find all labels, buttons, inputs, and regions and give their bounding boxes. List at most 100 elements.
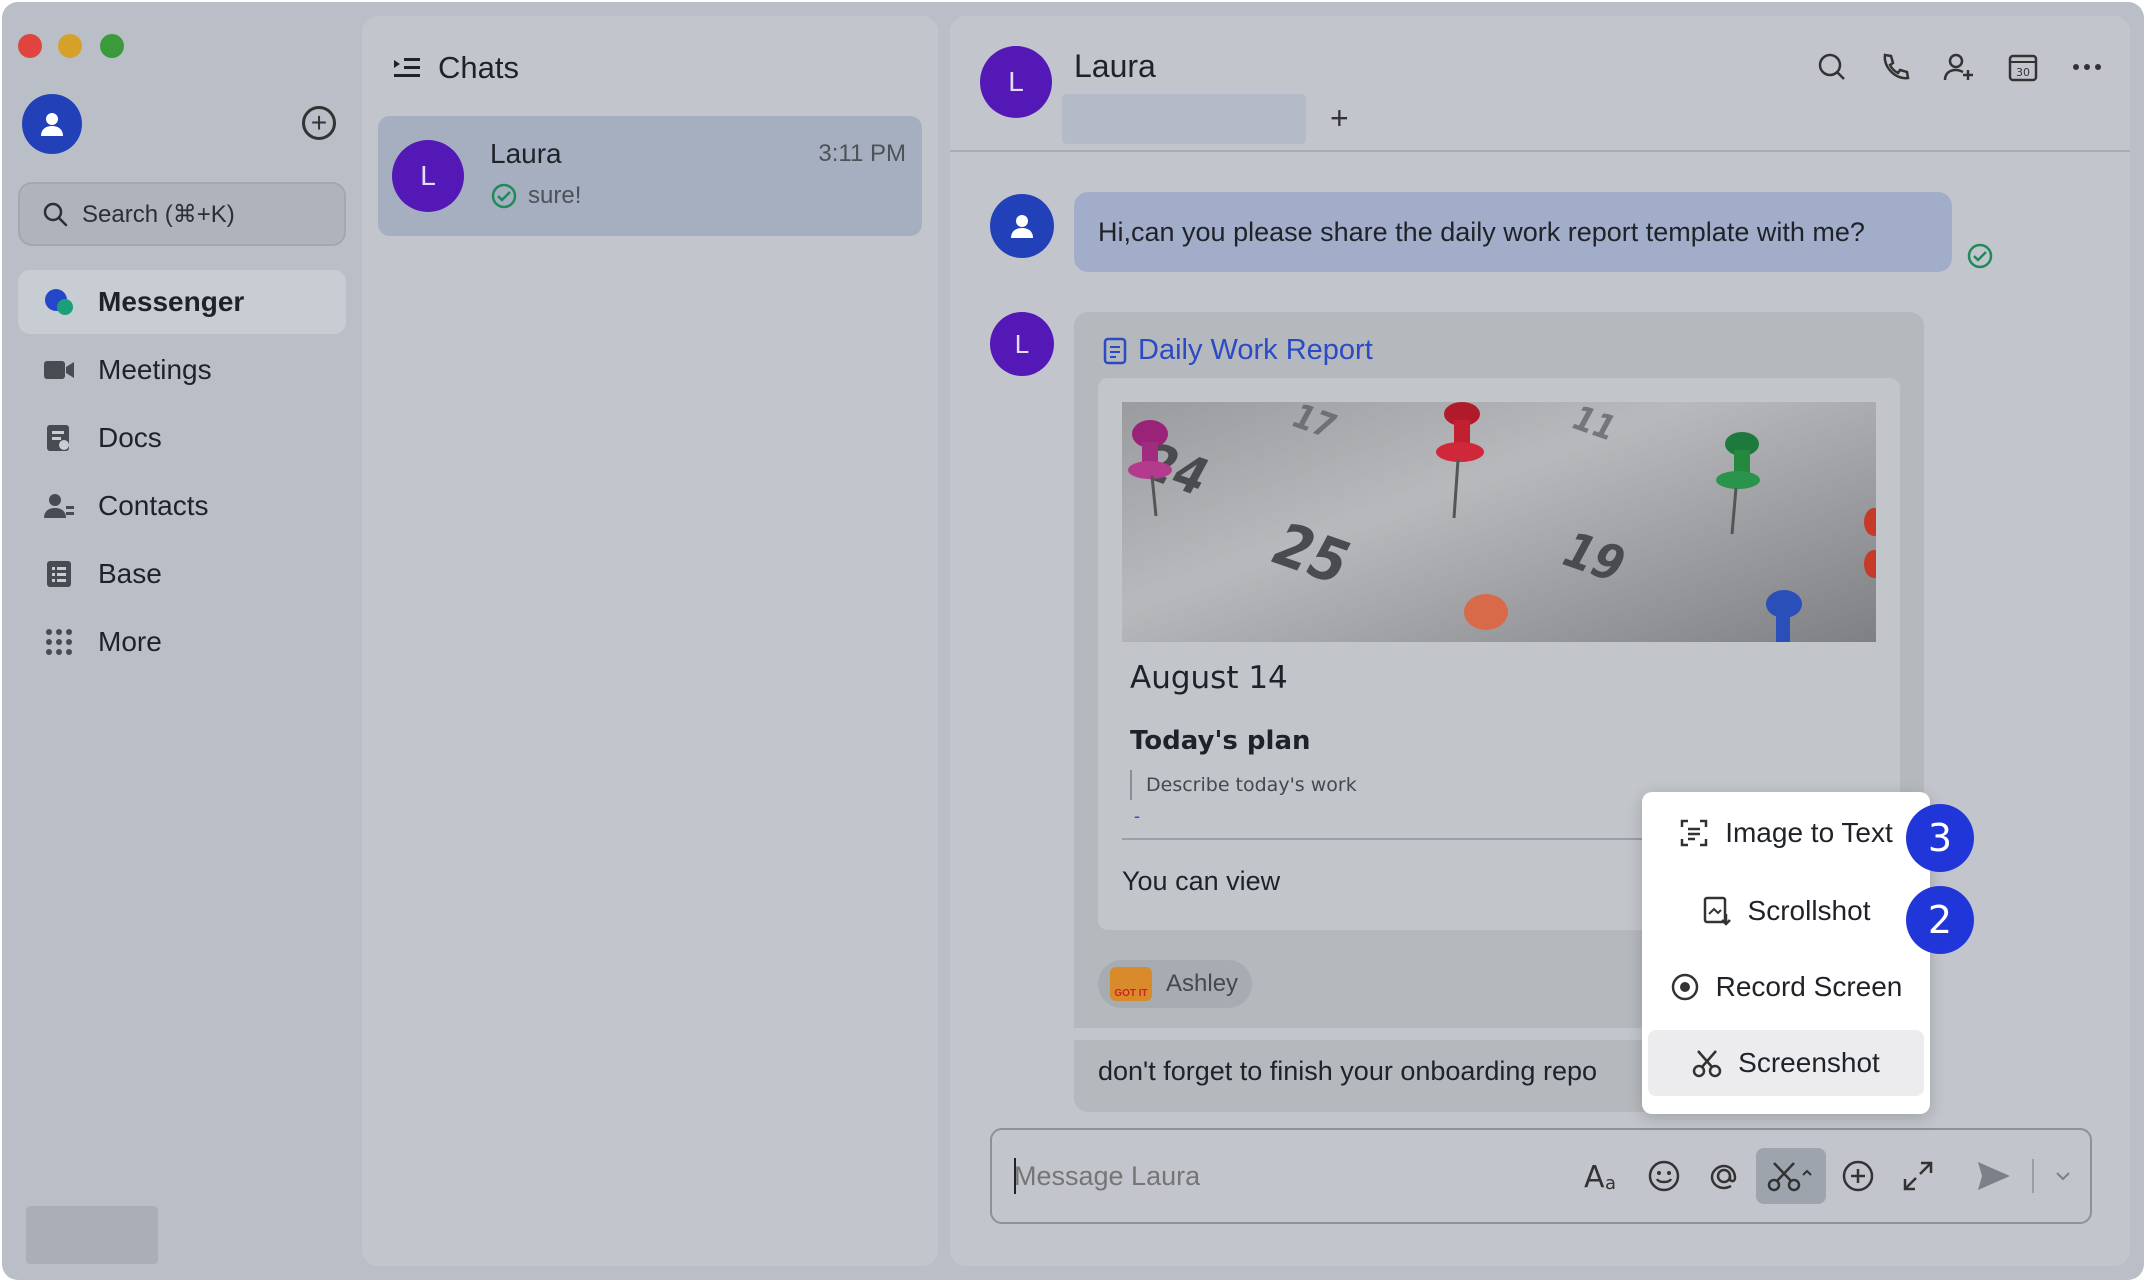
profile-avatar[interactable] (22, 94, 82, 154)
app-window: + Search (⌘+K) Messenger Meetings Docs C… (2, 2, 2144, 1280)
step-badge: 2 (1906, 886, 1974, 954)
doc-date-heading: August 14 (1130, 660, 1288, 696)
screenshot-menu: Image to Text Scrollshot Record Screen S… (1642, 792, 1930, 1114)
sidebar-item-more[interactable]: More (18, 610, 346, 674)
divider (2032, 1159, 2034, 1193)
chats-title: Chats (438, 50, 519, 85)
menu-item-label: Screenshot (1738, 1047, 1880, 1078)
svg-text:a: a (1605, 1173, 1616, 1193)
menu-item-label: Scrollshot (1747, 895, 1871, 926)
chevron-down-icon[interactable] (2048, 1148, 2078, 1204)
chat-preview: sure! (490, 182, 581, 210)
phone-icon[interactable] (1878, 50, 1912, 84)
sidebar-item-label: Contacts (98, 490, 209, 521)
sidebar-nav: Messenger Meetings Docs Contacts Base Mo… (18, 270, 346, 678)
pushpin-icon (1128, 420, 1172, 517)
read-check-icon (491, 183, 517, 209)
doc-list-marker: - (1134, 806, 1140, 826)
pushpin-icon (1864, 508, 1876, 578)
create-button[interactable]: + (302, 106, 336, 140)
doc-plan-heading: Today's plan (1130, 726, 1311, 756)
base-icon (42, 557, 76, 591)
more-options-icon[interactable] (2070, 50, 2104, 84)
sidebar-item-base[interactable]: Base (18, 542, 346, 606)
sidebar-item-label: Docs (98, 422, 162, 453)
doc-quote: Describe today's work (1130, 770, 1357, 800)
add-icon[interactable] (1830, 1148, 1886, 1204)
calendar-number: 19 (1551, 521, 1637, 593)
pushpin-icon (1716, 432, 1760, 535)
svg-text:A: A (1584, 1160, 1605, 1193)
outgoing-message[interactable]: Hi,can you please share the daily work r… (1074, 192, 1952, 272)
scissors-icon (1692, 1050, 1722, 1078)
sidebar-item-label: Messenger (98, 286, 245, 317)
scrollshot-icon (1703, 896, 1731, 926)
sidebar-item-label: Meetings (98, 354, 212, 385)
chat-list-item[interactable]: L Laura 3:11 PM sure! (378, 116, 922, 236)
conversation-header: L Laura + 30 (950, 16, 2130, 152)
pushpin-icon (1436, 402, 1484, 519)
pushpin-icon (1766, 590, 1802, 642)
search-placeholder: Search (⌘+K) (82, 200, 235, 228)
calendar-number: 25 (1259, 511, 1363, 598)
menu-item-scrollshot[interactable]: Scrollshot (1648, 878, 1924, 944)
chat-name: Laura (490, 138, 562, 169)
doc-view-text: You can view (1122, 866, 1281, 896)
menu-item-label: Record Screen (1715, 971, 1903, 1002)
read-check-icon (1966, 242, 1994, 275)
menu-item-image-to-text[interactable]: Image to Text (1648, 800, 1924, 866)
messenger-icon (42, 285, 76, 319)
calendar-pins-image: 24 25 19 17 11 (1122, 402, 1876, 642)
doc-icon (1103, 337, 1127, 364)
sidebar-item-messenger[interactable]: Messenger (18, 270, 346, 334)
menu-item-record-screen[interactable]: Record Screen (1648, 954, 1924, 1020)
incoming-message[interactable]: don't forget to finish your onboarding r… (1098, 1056, 1597, 1087)
pushpin-icon (1464, 594, 1508, 630)
collapse-list-icon[interactable] (392, 55, 422, 81)
sidebar-item-meetings[interactable]: Meetings (18, 338, 346, 402)
text-caret (1014, 1158, 1016, 1194)
plus-icon: + (310, 107, 328, 138)
emoji-icon[interactable] (1636, 1148, 1692, 1204)
menu-item-screenshot[interactable]: Screenshot (1648, 1030, 1924, 1096)
svg-text:30: 30 (2016, 66, 2030, 79)
sidebar-item-contacts[interactable]: Contacts (18, 474, 346, 538)
person-icon (41, 113, 63, 136)
add-member-icon[interactable] (1942, 50, 1976, 84)
conversation-title[interactable]: Laura (1074, 48, 1156, 85)
chats-panel: Chats L Laura 3:11 PM sure! (362, 16, 938, 1266)
sender-avatar[interactable] (990, 194, 1054, 258)
chats-header: Chats (392, 46, 519, 90)
avatar[interactable]: L (980, 46, 1052, 118)
header-actions: 30 (1814, 50, 2104, 84)
avatar[interactable]: L (990, 312, 1054, 376)
conversation-panel: L Laura + 30 Hi,can you please share the… (950, 16, 2130, 1266)
record-icon (1671, 973, 1698, 1001)
text-format-icon[interactable]: Aa (1576, 1148, 1632, 1204)
video-camera-icon (42, 353, 76, 387)
sidebar: + Search (⌘+K) Messenger Meetings Docs C… (2, 2, 362, 1280)
sidebar-item-label: More (98, 626, 162, 657)
search-input[interactable]: Search (⌘+K) (18, 182, 346, 246)
contacts-icon (42, 489, 76, 523)
reaction-chip[interactable]: GOT IT Ashley (1098, 960, 1253, 1008)
sidebar-item-docs[interactable]: Docs (18, 406, 346, 470)
add-tag-button[interactable]: + (1330, 100, 1349, 137)
message-input[interactable] (1014, 1154, 1534, 1198)
chat-search-icon[interactable] (1814, 50, 1848, 84)
step-badge: 3 (1906, 804, 1974, 872)
doc-title: Daily Work Report (1138, 334, 1373, 366)
sidebar-item-label: Base (98, 558, 162, 589)
expand-icon[interactable] (1890, 1148, 1946, 1204)
mention-icon[interactable] (1696, 1148, 1752, 1204)
chat-time: 3:11 PM (818, 140, 906, 167)
search-icon (43, 202, 68, 227)
redacted-tag (1062, 94, 1306, 144)
send-icon[interactable] (1966, 1148, 2022, 1204)
menu-item-label: Image to Text (1725, 817, 1893, 848)
message-composer: Aa (990, 1128, 2092, 1224)
doc-link[interactable]: Daily Work Report (1102, 334, 1373, 367)
calendar-icon[interactable]: 30 (2006, 50, 2040, 84)
screenshot-icon[interactable] (1756, 1148, 1826, 1204)
grid-dots-icon (42, 625, 76, 659)
